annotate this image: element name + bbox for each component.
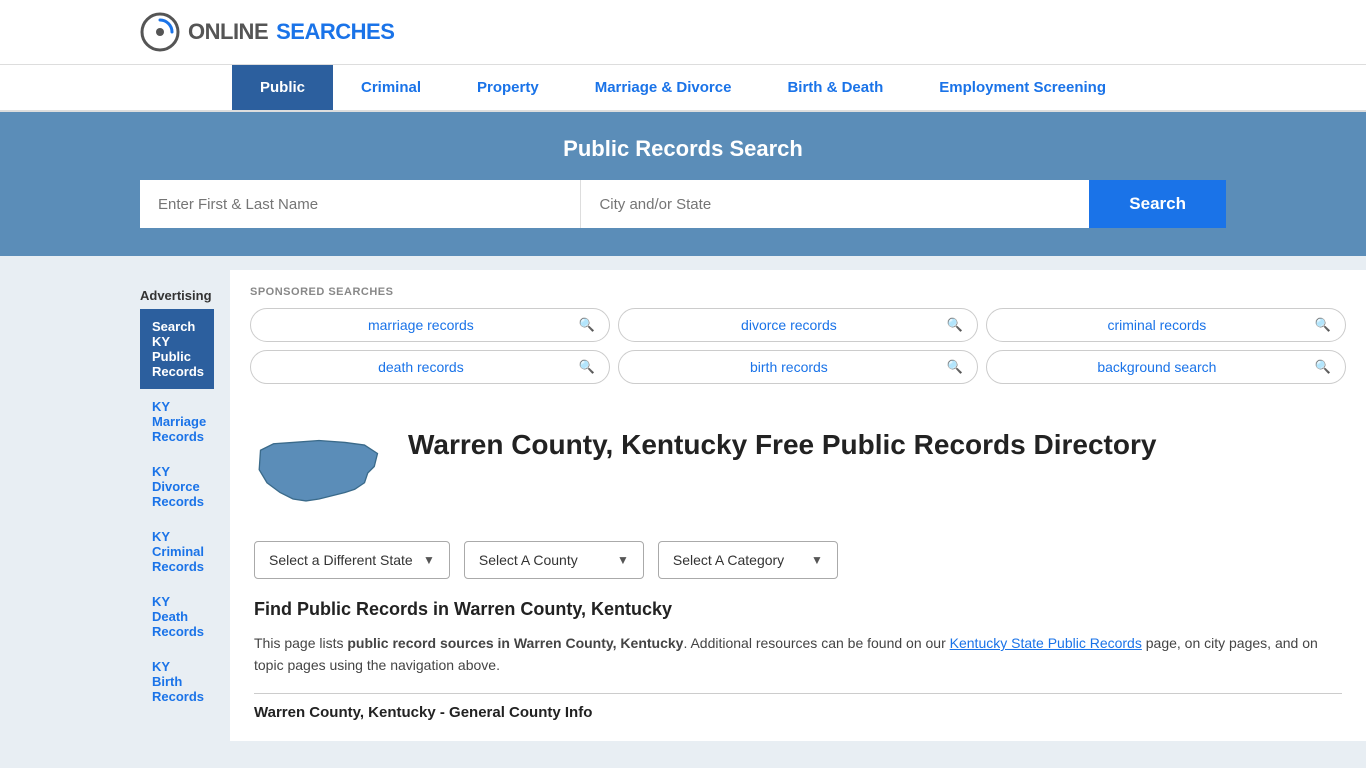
state-chevron-icon: ▼ bbox=[423, 553, 435, 567]
pill-criminal-text: criminal records bbox=[1007, 317, 1307, 333]
sidebar-ad-divorce[interactable]: KY Divorce Records bbox=[140, 454, 214, 519]
directory-section: Warren County, Kentucky Free Public Reco… bbox=[230, 404, 1366, 741]
nav-item-criminal[interactable]: Criminal bbox=[333, 65, 449, 110]
sidebar-ad-birth[interactable]: KY Birth Records bbox=[140, 649, 214, 714]
nav-item-employment-screening[interactable]: Employment Screening bbox=[911, 65, 1134, 110]
pill-death-text: death records bbox=[271, 359, 571, 375]
state-select[interactable]: Select a Different State bbox=[269, 552, 413, 568]
sponsored-label: SPONSORED SEARCHES bbox=[250, 286, 1346, 298]
find-records-title: Find Public Records in Warren County, Ke… bbox=[254, 599, 1342, 620]
general-info-title: Warren County, Kentucky - General County… bbox=[254, 693, 1342, 721]
search-form: Search bbox=[140, 180, 1226, 228]
county-chevron-icon: ▼ bbox=[617, 553, 629, 567]
city-input[interactable] bbox=[580, 180, 1089, 228]
pill-divorce-text: divorce records bbox=[639, 317, 939, 333]
category-dropdown[interactable]: Select A Category ▼ bbox=[658, 541, 838, 579]
kentucky-map bbox=[254, 428, 384, 521]
category-select[interactable]: Select A Category bbox=[673, 552, 801, 568]
dropdowns-row: Select a Different State ▼ Select A Coun… bbox=[254, 541, 1342, 579]
main-nav: Public Criminal Property Marriage & Divo… bbox=[0, 65, 1366, 112]
sponsored-searches: SPONSORED SEARCHES marriage records 🔍 di… bbox=[230, 270, 1366, 404]
right-column: SPONSORED SEARCHES marriage records 🔍 di… bbox=[230, 256, 1366, 741]
search-icon-marriage: 🔍 bbox=[579, 317, 595, 333]
logo-icon bbox=[140, 12, 180, 52]
sidebar: Advertising Search KY Public Records KY … bbox=[0, 256, 230, 741]
sidebar-ad-search-ky[interactable]: Search KY Public Records bbox=[140, 309, 214, 389]
county-select[interactable]: Select A County bbox=[479, 552, 607, 568]
search-icon-background: 🔍 bbox=[1315, 359, 1331, 375]
kentucky-map-svg bbox=[254, 428, 384, 518]
nav-item-public[interactable]: Public bbox=[232, 65, 333, 110]
pill-birth-text: birth records bbox=[639, 359, 939, 375]
search-icon-death: 🔍 bbox=[579, 359, 595, 375]
county-dropdown[interactable]: Select A County ▼ bbox=[464, 541, 644, 579]
sidebar-ad-death[interactable]: KY Death Records bbox=[140, 584, 214, 649]
find-records-bold: public record sources in Warren County, … bbox=[347, 635, 683, 651]
advertising-label: Advertising bbox=[140, 288, 214, 303]
pill-divorce-records[interactable]: divorce records 🔍 bbox=[618, 308, 978, 342]
logo-area[interactable]: ONLINE SEARCHES bbox=[140, 12, 394, 52]
directory-title: Warren County, Kentucky Free Public Reco… bbox=[408, 428, 1156, 462]
sponsored-section: SPONSORED SEARCHES marriage records 🔍 di… bbox=[230, 256, 1366, 404]
pill-marriage-records[interactable]: marriage records 🔍 bbox=[250, 308, 610, 342]
search-banner-title: Public Records Search bbox=[140, 136, 1226, 162]
nav-item-property[interactable]: Property bbox=[449, 65, 567, 110]
search-icon-birth: 🔍 bbox=[947, 359, 963, 375]
pill-background-search[interactable]: background search 🔍 bbox=[986, 350, 1346, 384]
search-pills-grid: marriage records 🔍 divorce records 🔍 cri… bbox=[250, 308, 1346, 384]
sidebar-ad-criminal[interactable]: KY Criminal Records bbox=[140, 519, 214, 584]
directory-title-area: Warren County, Kentucky Free Public Reco… bbox=[408, 428, 1156, 462]
nav-item-marriage-divorce[interactable]: Marriage & Divorce bbox=[567, 65, 760, 110]
pill-birth-records[interactable]: birth records 🔍 bbox=[618, 350, 978, 384]
find-records-text: This page lists public record sources in… bbox=[254, 632, 1342, 677]
logo-text-searches: SEARCHES bbox=[276, 19, 394, 45]
pill-background-text: background search bbox=[1007, 359, 1307, 375]
search-icon-divorce: 🔍 bbox=[947, 317, 963, 333]
nav-item-birth-death[interactable]: Birth & Death bbox=[759, 65, 911, 110]
name-input[interactable] bbox=[140, 180, 580, 228]
pill-marriage-text: marriage records bbox=[271, 317, 571, 333]
sidebar-advertising: Advertising Search KY Public Records KY … bbox=[140, 288, 214, 714]
category-chevron-icon: ▼ bbox=[811, 553, 823, 567]
pill-criminal-records[interactable]: criminal records 🔍 bbox=[986, 308, 1346, 342]
site-header: ONLINE SEARCHES bbox=[0, 0, 1366, 65]
main-content: Advertising Search KY Public Records KY … bbox=[0, 256, 1366, 741]
directory-top: Warren County, Kentucky Free Public Reco… bbox=[254, 428, 1342, 521]
search-banner: Public Records Search Search bbox=[0, 112, 1366, 256]
pill-death-records[interactable]: death records 🔍 bbox=[250, 350, 610, 384]
ky-state-records-link[interactable]: Kentucky State Public Records bbox=[950, 635, 1142, 651]
search-button[interactable]: Search bbox=[1089, 180, 1226, 228]
sidebar-ad-marriage[interactable]: KY Marriage Records bbox=[140, 389, 214, 454]
state-dropdown[interactable]: Select a Different State ▼ bbox=[254, 541, 450, 579]
logo-text-online: ONLINE bbox=[188, 19, 268, 45]
search-icon-criminal: 🔍 bbox=[1315, 317, 1331, 333]
